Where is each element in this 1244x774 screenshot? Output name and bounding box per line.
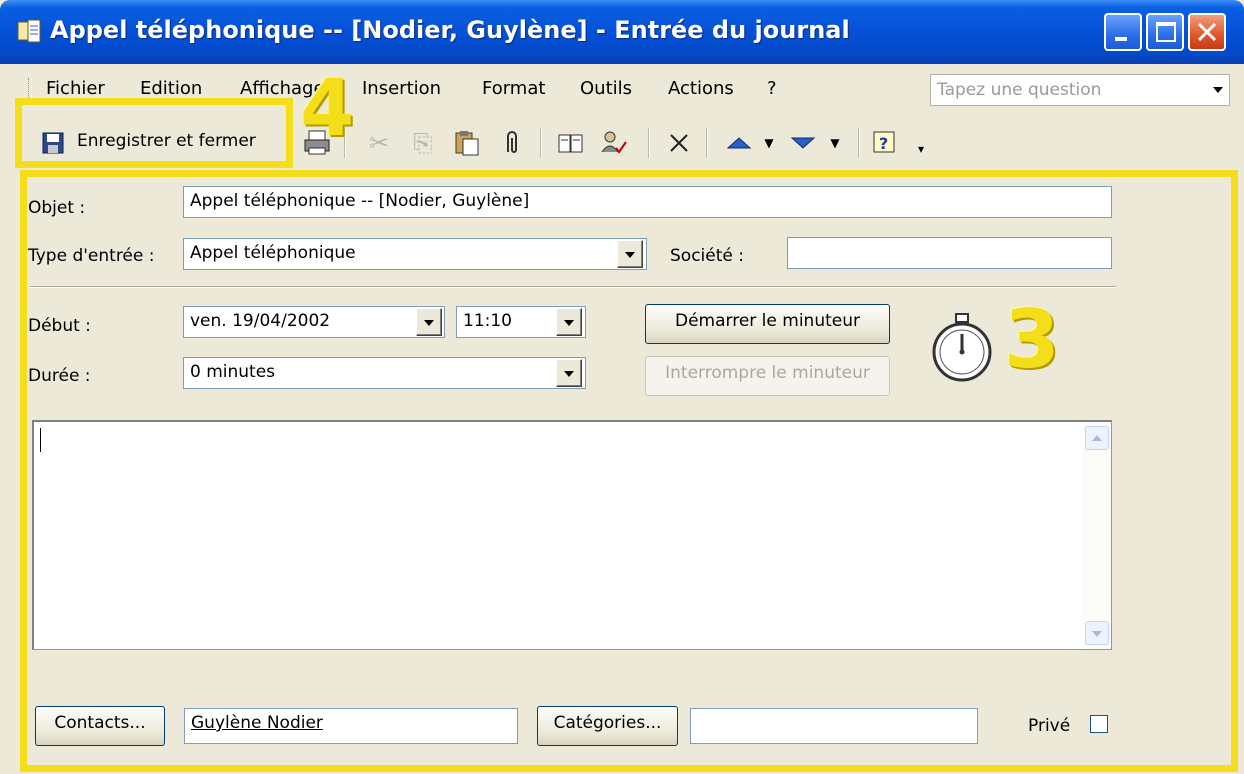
start-date-dropdown-button[interactable] xyxy=(416,308,442,336)
chevron-down-icon[interactable]: ▼ xyxy=(754,128,784,158)
duration-dropdown-button[interactable] xyxy=(556,359,582,387)
maximize-button[interactable] xyxy=(1146,13,1184,51)
maximize-icon xyxy=(1156,22,1176,42)
duration-select[interactable]: 0 minutes xyxy=(183,357,586,389)
entry-type-value: Appel téléphonique xyxy=(190,243,356,263)
menu-actions[interactable]: Actions xyxy=(668,78,734,99)
chevron-down-icon[interactable] xyxy=(1213,87,1223,93)
chevron-down-icon[interactable]: ▼ xyxy=(820,128,850,158)
start-date-value: ven. 19/04/2002 xyxy=(190,311,331,331)
close-button[interactable] xyxy=(1188,13,1226,51)
duration-label: Durée : xyxy=(28,366,91,386)
check-names-icon[interactable] xyxy=(598,128,628,158)
delete-icon[interactable] xyxy=(664,128,694,158)
address-book-icon[interactable] xyxy=(556,128,586,158)
paste-icon[interactable] xyxy=(452,128,482,158)
menu-help[interactable]: ? xyxy=(767,78,777,99)
menu-fichier[interactable]: Fichier xyxy=(46,78,105,99)
minimize-button[interactable] xyxy=(1104,13,1142,51)
journal-icon xyxy=(17,19,41,43)
start-date-field[interactable]: ven. 19/04/2002 xyxy=(183,306,445,338)
svg-text:?: ? xyxy=(879,134,888,153)
start-timer-button[interactable]: Démarrer le minuteur xyxy=(645,304,890,344)
attach-icon[interactable] xyxy=(496,128,526,158)
menu-insertion[interactable]: Insertion xyxy=(362,78,441,99)
previous-item-icon[interactable] xyxy=(724,128,754,158)
text-caret xyxy=(40,428,41,452)
question-box[interactable]: Tapez une question xyxy=(930,74,1230,106)
contacts-button[interactable]: Contacts... xyxy=(35,706,165,746)
title-bar: Appel téléphonique -- [Nodier, Guylène] … xyxy=(0,0,1244,64)
help-icon[interactable]: ? xyxy=(870,128,900,158)
divider xyxy=(30,286,1116,288)
duration-value: 0 minutes xyxy=(190,362,276,382)
categories-field[interactable] xyxy=(690,708,978,744)
step-number-4: 4 xyxy=(300,64,355,154)
entry-type-label: Type d'entrée : xyxy=(28,246,155,266)
cut-icon[interactable]: ✂ xyxy=(364,128,394,158)
contacts-field[interactable]: Guylène Nodier xyxy=(184,708,518,744)
start-time-dropdown-button[interactable] xyxy=(556,308,582,336)
menu-format[interactable]: Format xyxy=(482,78,545,99)
start-time-value: 11:10 xyxy=(463,311,512,331)
notes-scrollbar[interactable] xyxy=(1083,422,1111,649)
step-number-3: 3 xyxy=(1004,293,1060,386)
toolbar-options-icon[interactable]: ▾ xyxy=(906,134,936,164)
toolbar-separator xyxy=(706,128,708,158)
next-item-icon[interactable] xyxy=(788,128,818,158)
categories-button[interactable]: Catégories... xyxy=(537,706,678,746)
start-label: Début : xyxy=(28,316,91,336)
stop-timer-button[interactable]: Interrompre le minuteur xyxy=(645,356,890,396)
close-icon xyxy=(1197,22,1217,42)
toolbar-separator xyxy=(540,128,542,158)
entry-type-dropdown-button[interactable] xyxy=(617,240,643,268)
question-placeholder: Tapez une question xyxy=(937,80,1102,100)
menu-outils[interactable]: Outils xyxy=(580,78,632,99)
notes-textarea[interactable] xyxy=(32,420,1112,650)
subject-label: Objet : xyxy=(28,198,86,218)
save-highlight-box xyxy=(15,98,293,168)
entry-type-select[interactable]: Appel téléphonique xyxy=(183,238,647,270)
toolbar-separator xyxy=(648,128,650,158)
copy-icon[interactable]: ⎘ xyxy=(408,128,438,158)
scroll-down-icon[interactable] xyxy=(1085,621,1109,645)
toolbar-separator xyxy=(858,128,860,158)
private-checkbox[interactable] xyxy=(1090,715,1108,733)
private-label: Privé xyxy=(1028,716,1071,736)
scroll-up-icon[interactable] xyxy=(1085,426,1109,450)
stopwatch-icon xyxy=(932,313,992,382)
window-title: Appel téléphonique -- [Nodier, Guylène] … xyxy=(50,16,850,44)
company-label: Société : xyxy=(670,246,744,266)
subject-field[interactable]: Appel téléphonique -- [Nodier, Guylène] xyxy=(183,186,1112,218)
minimize-icon xyxy=(1115,37,1127,41)
menu-edition[interactable]: Edition xyxy=(140,78,202,99)
company-field[interactable] xyxy=(787,237,1112,269)
